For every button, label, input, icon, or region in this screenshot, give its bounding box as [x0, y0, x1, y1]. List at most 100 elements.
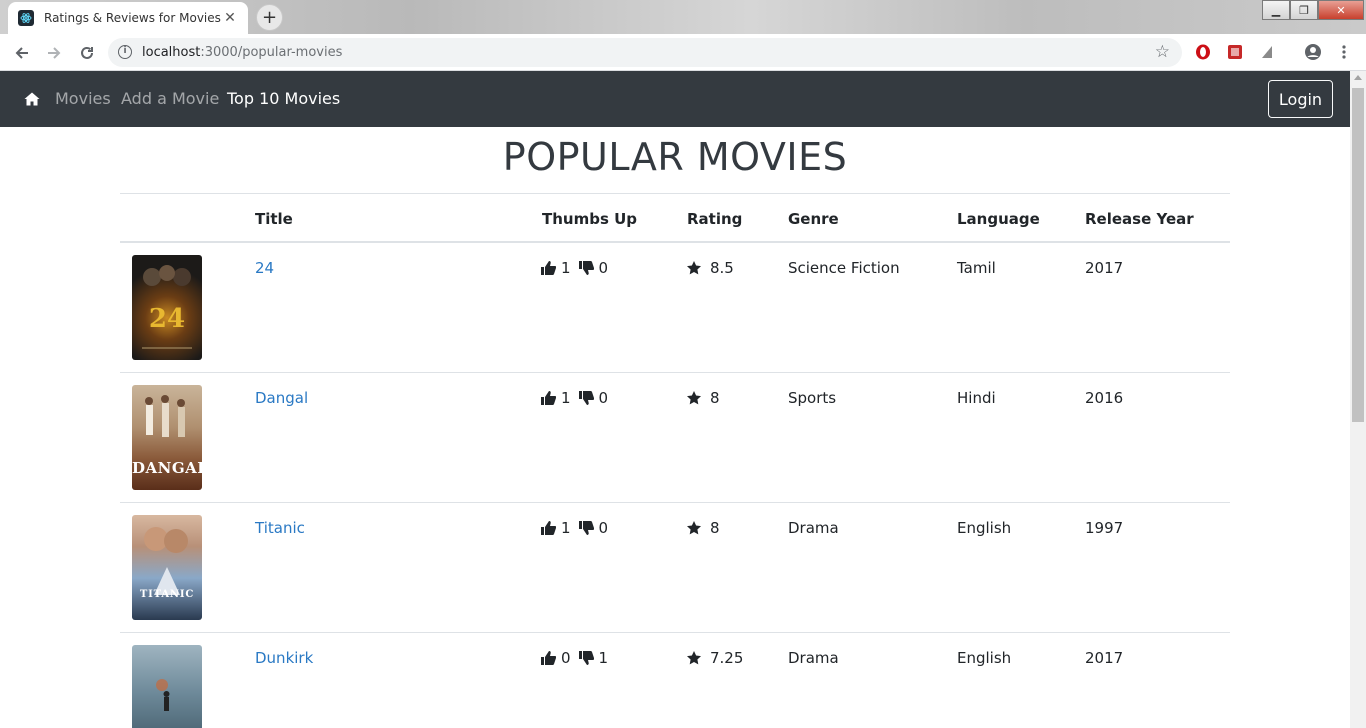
window-controls: ▁ ❐ ✕ [1262, 0, 1364, 20]
scroll-up-arrow-icon[interactable] [1354, 75, 1362, 80]
extension-red-icon[interactable] [1226, 43, 1244, 61]
forward-arrow-icon[interactable] [42, 41, 66, 65]
scroll-thumb[interactable] [1352, 88, 1364, 422]
year-cell: 1997 [1085, 519, 1124, 537]
app-navbar: Movies Add a Movie Top 10 Movies Login [0, 71, 1350, 127]
rating-cell: 7.25 [687, 649, 743, 667]
header-release-year: Release Year [1085, 210, 1194, 228]
address-bar[interactable]: i localhost:3000/popular-movies ☆ [108, 38, 1182, 67]
star-icon [687, 261, 701, 275]
genre-cell: Sports [788, 389, 837, 407]
thumbs-up-count: 1 [561, 389, 571, 407]
thumbs-down-icon[interactable] [578, 391, 594, 405]
thumbs-down-count: 0 [598, 519, 609, 537]
back-arrow-icon[interactable] [10, 41, 34, 65]
thumbs-up-count: 1 [561, 259, 571, 277]
menu-dots-icon[interactable] [1335, 43, 1353, 61]
year-cell: 2017 [1085, 649, 1124, 667]
poster-caption: DANGAL [132, 459, 202, 477]
star-icon [687, 651, 701, 665]
movie-title-link[interactable]: Dunkirk [255, 649, 313, 667]
poster-caption: TITANIC [139, 589, 195, 600]
genre-cell: Drama [788, 519, 839, 537]
page-title: POPULAR MOVIES [502, 135, 848, 179]
thumbs-cell: 0 1 [541, 649, 616, 667]
rating-cell: 8.5 [687, 259, 734, 277]
table-row: DANGAL Dangal 1 0 8 Sports Hindi 2016 [120, 373, 1230, 503]
genre-cell: Science Fiction [788, 259, 900, 277]
language-cell: English [957, 519, 1012, 537]
movie-table: Title Thumbs Up Rating Genre Language Re… [120, 194, 1230, 728]
thumbs-cell: 1 0 [541, 389, 616, 407]
star-icon [687, 521, 701, 535]
opera-extension-icon[interactable] [1194, 43, 1212, 61]
rating-cell: 8 [687, 519, 720, 537]
header-genre: Genre [788, 210, 839, 228]
language-cell: English [957, 649, 1012, 667]
url-path: :3000/popular-movies [200, 45, 343, 60]
browser-tab[interactable]: Ratings & Reviews for Movies ✕ [8, 2, 248, 34]
url-text: localhost:3000/popular-movies [142, 45, 342, 60]
new-tab-button[interactable]: + [256, 4, 283, 31]
movie-poster: 24 [132, 255, 202, 360]
extension-gray-icon[interactable] [1258, 43, 1276, 61]
rating-cell: 8 [687, 389, 720, 407]
rating-value: 8 [710, 519, 720, 537]
reload-icon[interactable] [75, 41, 99, 65]
movie-title-link[interactable]: Dangal [255, 389, 308, 407]
header-rating: Rating [687, 210, 743, 228]
tab-close-icon[interactable]: ✕ [222, 10, 238, 26]
nav-link-add-movie[interactable]: Add a Movie [121, 89, 219, 108]
thumbs-up-icon[interactable] [541, 261, 556, 275]
browser-toolbar: i localhost:3000/popular-movies ☆ [0, 34, 1366, 71]
genre-cell: Drama [788, 649, 839, 667]
movie-poster [132, 645, 202, 728]
login-button[interactable]: Login [1268, 80, 1333, 118]
thumbs-cell: 1 0 [541, 519, 616, 537]
movie-title-link[interactable]: Titanic [255, 519, 305, 537]
thumbs-down-count: 1 [598, 649, 609, 667]
movie-poster: DANGAL [132, 385, 202, 490]
tab-title: Ratings & Reviews for Movies [44, 11, 221, 25]
bookmark-star-icon[interactable]: ☆ [1155, 42, 1170, 62]
year-cell: 2016 [1085, 389, 1124, 407]
thumbs-up-icon[interactable] [541, 521, 556, 535]
thumbs-cell: 1 0 [541, 259, 616, 277]
close-window-button[interactable]: ✕ [1318, 0, 1364, 20]
header-thumbs-up: Thumbs Up [542, 210, 638, 228]
table-header: Title Thumbs Up Rating Genre Language Re… [120, 194, 1230, 243]
restore-button[interactable]: ❐ [1290, 0, 1318, 20]
movie-poster: TITANIC [132, 515, 202, 620]
thumbs-up-icon[interactable] [541, 651, 556, 665]
thumbs-down-count: 0 [598, 259, 609, 277]
rating-value: 8.5 [710, 259, 734, 277]
thumbs-down-icon[interactable] [578, 261, 594, 275]
rating-value: 8 [710, 389, 720, 407]
thumbs-down-count: 0 [598, 389, 609, 407]
star-icon [687, 391, 701, 405]
nav-link-top-10[interactable]: Top 10 Movies [227, 89, 340, 108]
nav-link-movies[interactable]: Movies [55, 89, 111, 108]
table-row: TITANIC Titanic 1 0 8 Drama English 1997 [120, 503, 1230, 633]
page-scrollbar[interactable] [1350, 71, 1366, 728]
svg-text:24: 24 [149, 304, 185, 334]
profile-icon[interactable] [1304, 43, 1322, 61]
table-row: 24 24 1 0 8.5 Science Fiction Tamil 2017 [120, 243, 1230, 373]
header-language: Language [957, 210, 1040, 228]
react-favicon-icon [18, 10, 34, 26]
rating-value: 7.25 [710, 649, 744, 667]
language-cell: Tamil [957, 259, 996, 277]
thumbs-down-icon[interactable] [578, 651, 594, 665]
thumbs-up-icon[interactable] [541, 391, 556, 405]
thumbs-down-icon[interactable] [578, 521, 594, 535]
movie-title-link[interactable]: 24 [255, 259, 274, 277]
page-viewport: Movies Add a Movie Top 10 Movies Login P… [0, 71, 1350, 728]
language-cell: Hindi [957, 389, 996, 407]
thumbs-up-count: 1 [561, 519, 571, 537]
home-icon[interactable] [24, 91, 40, 107]
info-icon[interactable]: i [118, 45, 132, 59]
header-title: Title [255, 210, 293, 228]
url-host: localhost [142, 45, 201, 60]
table-row: Dunkirk 0 1 7.25 Drama English 2017 [120, 633, 1230, 728]
minimize-button[interactable]: ▁ [1262, 0, 1290, 20]
